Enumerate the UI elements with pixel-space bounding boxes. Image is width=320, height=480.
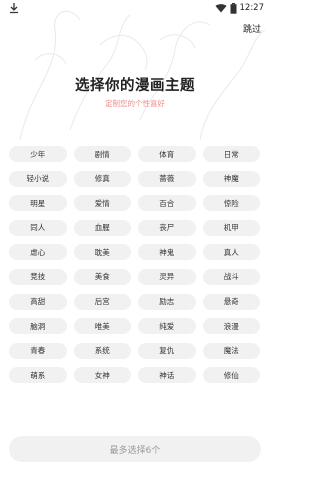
topic-chip[interactable]: 爱情: [73, 195, 131, 212]
topic-chip[interactable]: 竞技: [9, 268, 67, 285]
topic-chip[interactable]: 浪漫: [202, 318, 260, 335]
topic-chip[interactable]: 剧情: [73, 146, 131, 162]
topic-chip[interactable]: 神鬼: [138, 244, 196, 261]
topic-chip[interactable]: 青春: [9, 342, 67, 359]
topic-chip[interactable]: 女神: [73, 367, 131, 384]
topic-chip[interactable]: 复仇: [138, 342, 196, 359]
topic-chip[interactable]: 轻小说: [9, 170, 67, 187]
topic-chip[interactable]: 后宫: [73, 293, 131, 310]
page-subtitle: 定制您的个性喜好: [105, 99, 165, 108]
wifi-icon: [215, 4, 226, 13]
topic-chip[interactable]: 明星: [9, 195, 67, 212]
status-time: 12:27: [239, 3, 265, 13]
topic-chip[interactable]: 美食: [73, 268, 131, 285]
topic-chip[interactable]: 励志: [138, 293, 196, 310]
max-select-button[interactable]: 最多选择6个: [9, 436, 261, 462]
topic-chip[interactable]: 修真: [73, 170, 131, 187]
skip-button[interactable]: 跳过: [243, 22, 261, 35]
topic-chip[interactable]: 萌系: [9, 367, 67, 384]
topic-chip[interactable]: 少年: [9, 146, 67, 162]
topic-chip[interactable]: 机甲: [202, 219, 260, 236]
topic-chip[interactable]: 神魔: [202, 170, 260, 187]
topic-chip[interactable]: 纯爱: [138, 318, 196, 335]
topic-chip[interactable]: 真人: [202, 244, 260, 261]
topic-chip[interactable]: 高甜: [9, 293, 67, 310]
topic-chip[interactable]: 百合: [138, 195, 196, 212]
battery-icon: [230, 2, 236, 14]
topic-chip[interactable]: 虐心: [9, 244, 67, 261]
topic-chip[interactable]: 耽美: [73, 244, 131, 261]
page-title: 选择你的漫画主题: [75, 78, 195, 94]
topic-chip[interactable]: 血腥: [73, 219, 131, 236]
topic-chip[interactable]: 体育: [138, 146, 196, 162]
topic-chip[interactable]: 唯美: [73, 318, 131, 335]
topic-chip[interactable]: 蔷薇: [138, 170, 196, 187]
download-icon: [10, 3, 18, 14]
topic-chip[interactable]: 神话: [138, 367, 196, 384]
topic-chip[interactable]: 魔法: [202, 342, 260, 359]
topic-chip[interactable]: 日常: [202, 146, 260, 162]
topic-chip[interactable]: 修仙: [202, 367, 260, 384]
topic-chip[interactable]: 同人: [9, 219, 67, 236]
topic-chip[interactable]: 系统: [73, 342, 131, 359]
topic-chip[interactable]: 悬奇: [202, 293, 260, 310]
topic-chip[interactable]: 惊险: [202, 195, 260, 212]
topic-chip[interactable]: 脑洞: [9, 318, 67, 335]
topic-chip[interactable]: 战斗: [202, 268, 260, 285]
topic-chip[interactable]: 丧尸: [138, 219, 196, 236]
topic-grid: 少年 剧情 体育 日常轻小说 修真 蔷薇 神魔明星 爱情 百合 惊险同人 血腥 丧尸 机甲虐心 耽美 神鬼真…: [9, 146, 261, 384]
topic-chip[interactable]: 灵异: [138, 268, 196, 285]
status-bar: 12:27: [0, 0, 270, 16]
